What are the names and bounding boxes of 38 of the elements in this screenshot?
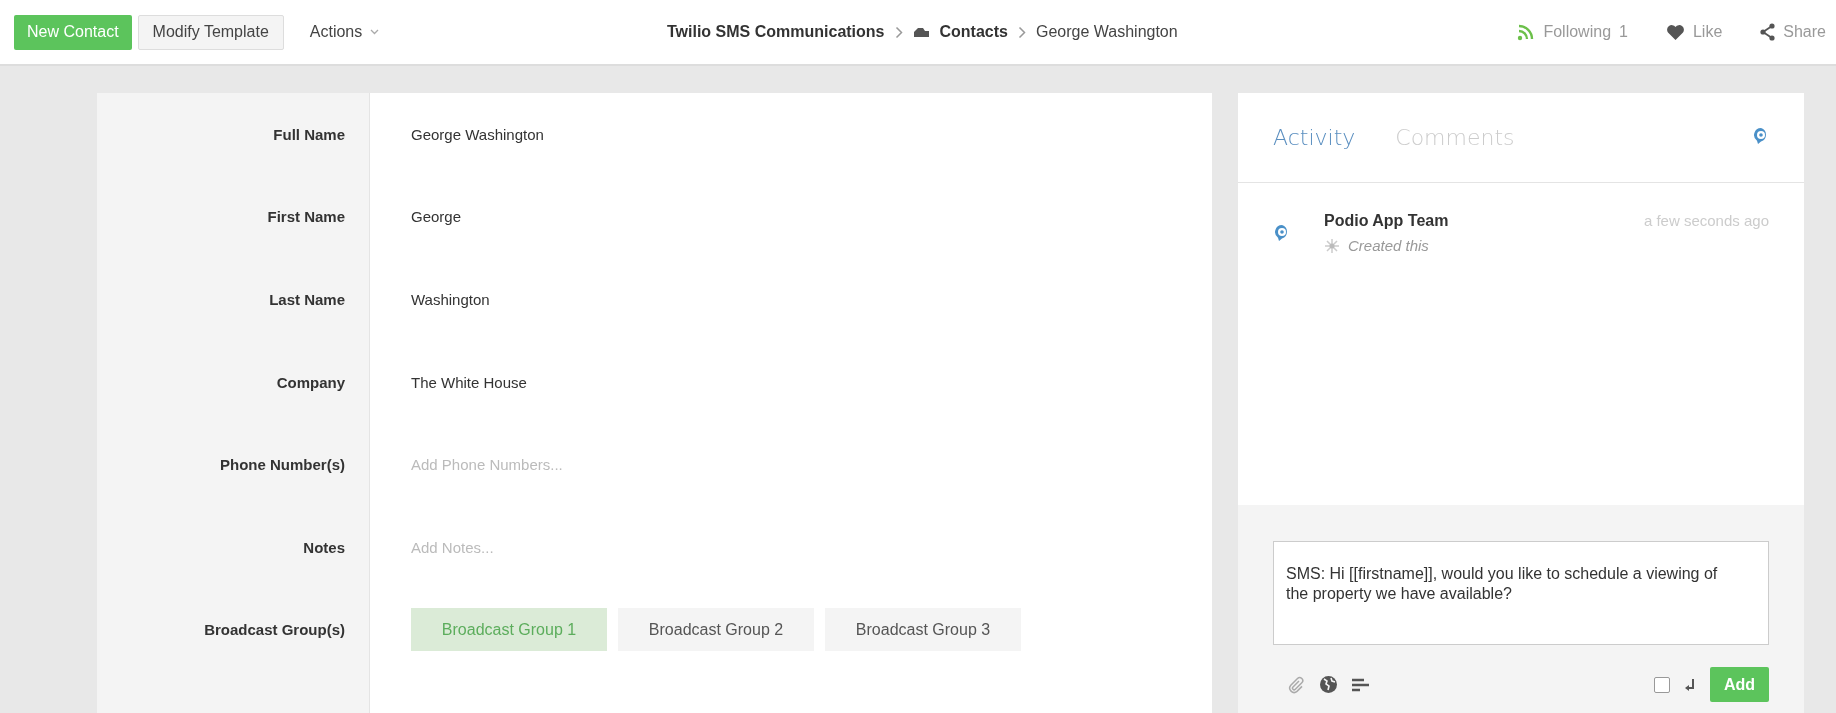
field-value[interactable]: Washington <box>411 291 490 308</box>
actions-menu[interactable]: Actions <box>303 22 386 42</box>
panel-tab[interactable]: Activity <box>1273 125 1356 150</box>
field-label: Full Name <box>273 125 345 143</box>
workspace-icon <box>912 26 930 38</box>
field-label: Company <box>276 373 345 391</box>
field-value[interactable]: George <box>411 208 462 226</box>
sparkle-icon <box>1324 237 1340 254</box>
align-left-icon[interactable] <box>1352 677 1370 692</box>
group-option[interactable]: Broadcast Group 3 <box>825 608 1021 652</box>
modify-template-button[interactable]: Modify Template <box>137 14 284 50</box>
following-count: 1 <box>1619 23 1628 41</box>
field-label: Broadcast Group(s) <box>204 621 345 639</box>
author-name: Podio App Team <box>1324 212 1449 230</box>
return-arrow-icon <box>1684 677 1696 692</box>
chevron-icon <box>1017 25 1026 39</box>
caret-icon <box>370 29 380 35</box>
field-label: Notes <box>303 538 345 556</box>
share-icon <box>1760 23 1776 41</box>
breadcrumb-link[interactable]: Twilio SMS Communications <box>667 23 885 41</box>
field-label: Phone Number(s) <box>220 456 345 474</box>
heart-icon <box>1665 23 1685 41</box>
field-label: Last Name <box>269 291 345 308</box>
breadcrumb-link[interactable]: Contacts <box>939 23 1008 41</box>
field-value[interactable]: George Washington <box>411 125 544 143</box>
checkbox[interactable] <box>1654 676 1670 693</box>
field-value[interactable]: The White House <box>411 373 527 391</box>
field-label: First Name <box>267 208 345 226</box>
breadcrumb-link[interactable]: George Washington <box>1035 23 1178 41</box>
pin-icon <box>1753 126 1769 145</box>
group-option[interactable]: Broadcast Group 2 <box>618 608 814 652</box>
chevron-icon <box>894 25 903 39</box>
pin-icon <box>1274 224 1290 242</box>
globe-icon[interactable] <box>1319 675 1338 694</box>
paperclip-icon[interactable] <box>1287 675 1305 694</box>
activity-text: Created this <box>1348 237 1429 254</box>
comment-field[interactable]: SMS: Hi [[firstname]], would you like to schedule a viewing of the property we have available? <box>1273 541 1769 645</box>
feed-icon <box>1517 23 1536 41</box>
